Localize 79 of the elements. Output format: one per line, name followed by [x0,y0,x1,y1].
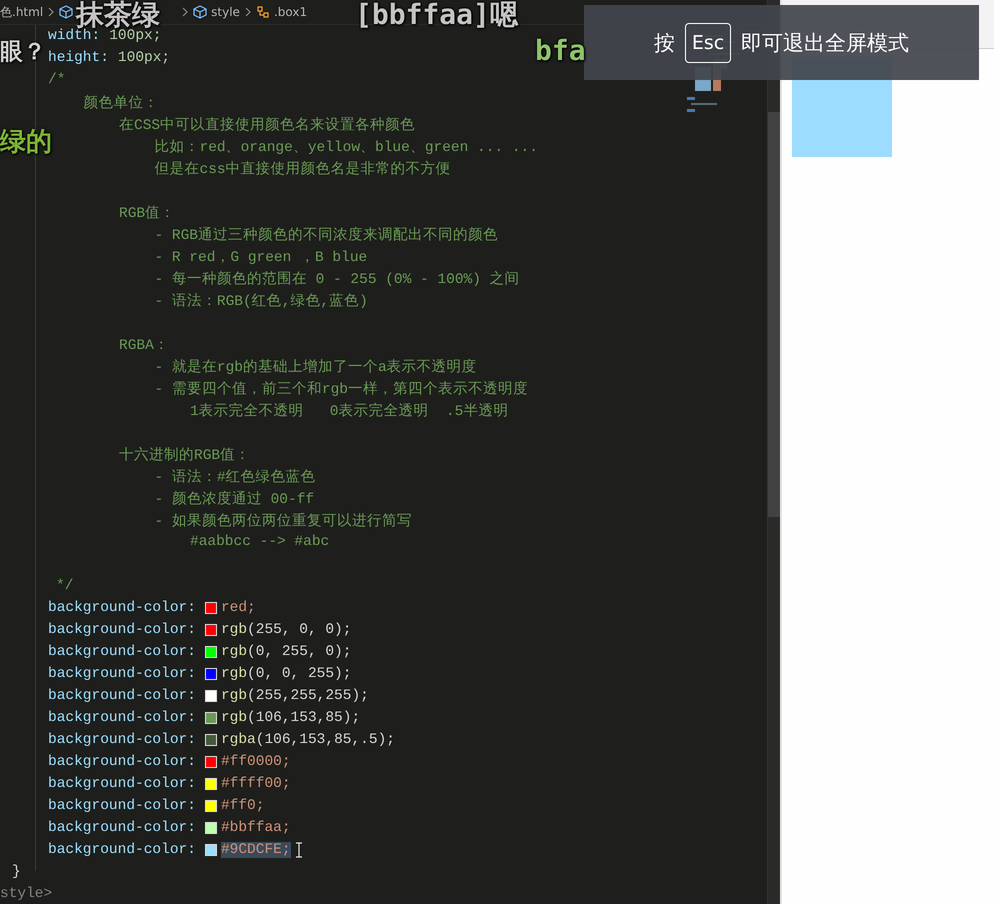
css-value: #ff0000; [220,754,291,770]
code-comment: */ [56,578,74,594]
notice-text: 即可退出全屏模式 [741,30,910,56]
code-comment: - RGB通过三种颜色的不同浓度来调配出不同的颜色 [154,226,498,244]
css-value: rgb(106,153,85); [220,710,360,726]
css-property: background-color: [48,710,196,726]
css-property: background-color: [48,820,196,836]
chevron-icon [47,7,56,17]
code-comment: - 每一种颜色的范围在 0 - 255 (0% - 100%) 之间 [154,270,520,288]
css-property: background-color: [48,842,196,858]
code-comment: RGB值： [119,204,176,222]
css-property: background-color: [48,622,196,638]
css-value: #ffff00; [220,776,291,792]
css-property: background-color: [48,600,196,616]
code-comment: - 就是在rgb的基础上增加了一个a表示不透明度 [154,358,477,376]
code-comment: - 需要四个值，前三个和rgb一样，第四个表示不透明度 [154,380,528,398]
code-comment: 但是在css中直接使用颜色名是非常的不方便 [154,160,451,178]
code-brace: } [12,864,21,880]
overlay-comment: 绿的 [0,128,52,157]
code-comment: 十六进制的RGB值： [119,446,250,464]
css-property: height: [48,50,109,66]
code-comment: - 语法：RGB(红色,绿色,蓝色) [154,292,368,310]
text-cursor-icon [294,842,303,858]
css-value: rgb(255,255,255); [220,688,369,704]
css-property: width: [48,28,100,44]
color-swatch[interactable] [204,690,217,702]
color-swatch[interactable] [204,624,217,636]
css-property: background-color: [48,666,196,682]
color-swatch[interactable] [204,734,217,746]
css-value: #ff0; [220,798,264,814]
overlay-comment: bfa [535,36,586,67]
cube-icon [193,5,208,19]
css-property: background-color: [48,776,196,792]
css-value: 100px; [109,28,162,44]
code-comment: 颜色单位： [84,94,158,112]
selector-icon [256,5,270,19]
css-property: background-color: [48,798,196,814]
overlay-comment: 眼？ [0,40,46,66]
code-comment: - R red，G green ，B blue [154,248,368,266]
css-value: #9CDCFE; [220,842,291,858]
code-comment: #aabbcc --> #abc [190,534,330,550]
color-swatch[interactable] [204,756,217,768]
css-value: rgba(106,153,85,.5); [220,732,395,748]
color-swatch[interactable] [204,646,217,658]
css-value: rgb(0, 0, 255); [220,666,352,682]
color-swatch[interactable] [204,668,217,680]
css-property: background-color: [48,644,196,660]
css-property: background-color: [48,754,196,770]
css-value: rgb(255, 0, 0); [220,622,352,638]
css-property: background-color: [48,688,196,704]
chevron-icon [244,7,252,17]
overlay-comment: [bbffaa]嗯 [355,0,518,31]
notice-text: 按 [654,30,675,56]
color-swatch[interactable] [204,602,217,614]
code-comment: - 如果颜色两位两位重复可以进行简写 [154,512,412,530]
code-comment: - 语法：#红色绿色蓝色 [154,468,316,486]
color-swatch[interactable] [204,822,217,834]
esc-key: Esc [684,22,732,62]
code-comment: 1表示完全不透明 0表示完全透明 .5半透明 [190,402,508,420]
css-value: #bbffaa; [220,820,291,836]
code-comment: RGBA： [119,336,169,354]
code-comment: 在CSS中可以直接使用颜色名来设置各种颜色 [119,116,416,134]
code-comment: 比如：red、orange、yellow、blue、green ... ... [154,138,538,156]
chevron-icon [181,7,190,17]
breadcrumb-item[interactable]: style [211,5,240,19]
cube-icon [59,5,74,19]
css-property: background-color: [48,732,196,748]
color-swatch[interactable] [204,844,217,856]
color-swatch[interactable] [204,712,217,724]
code-comment: /* [48,72,66,88]
code-comment: - 颜色浓度通过 00-ff [154,490,314,508]
breadcrumb-item[interactable]: 色.html [0,4,44,20]
css-value: 100px; [118,50,170,66]
color-swatch[interactable] [204,778,217,790]
css-value: rgb(0, 255, 0); [220,644,352,660]
color-swatch[interactable] [204,800,217,812]
breadcrumb-item[interactable]: .box1 [274,5,308,19]
code-tag: style> [0,886,52,902]
css-value: red; [220,600,256,616]
